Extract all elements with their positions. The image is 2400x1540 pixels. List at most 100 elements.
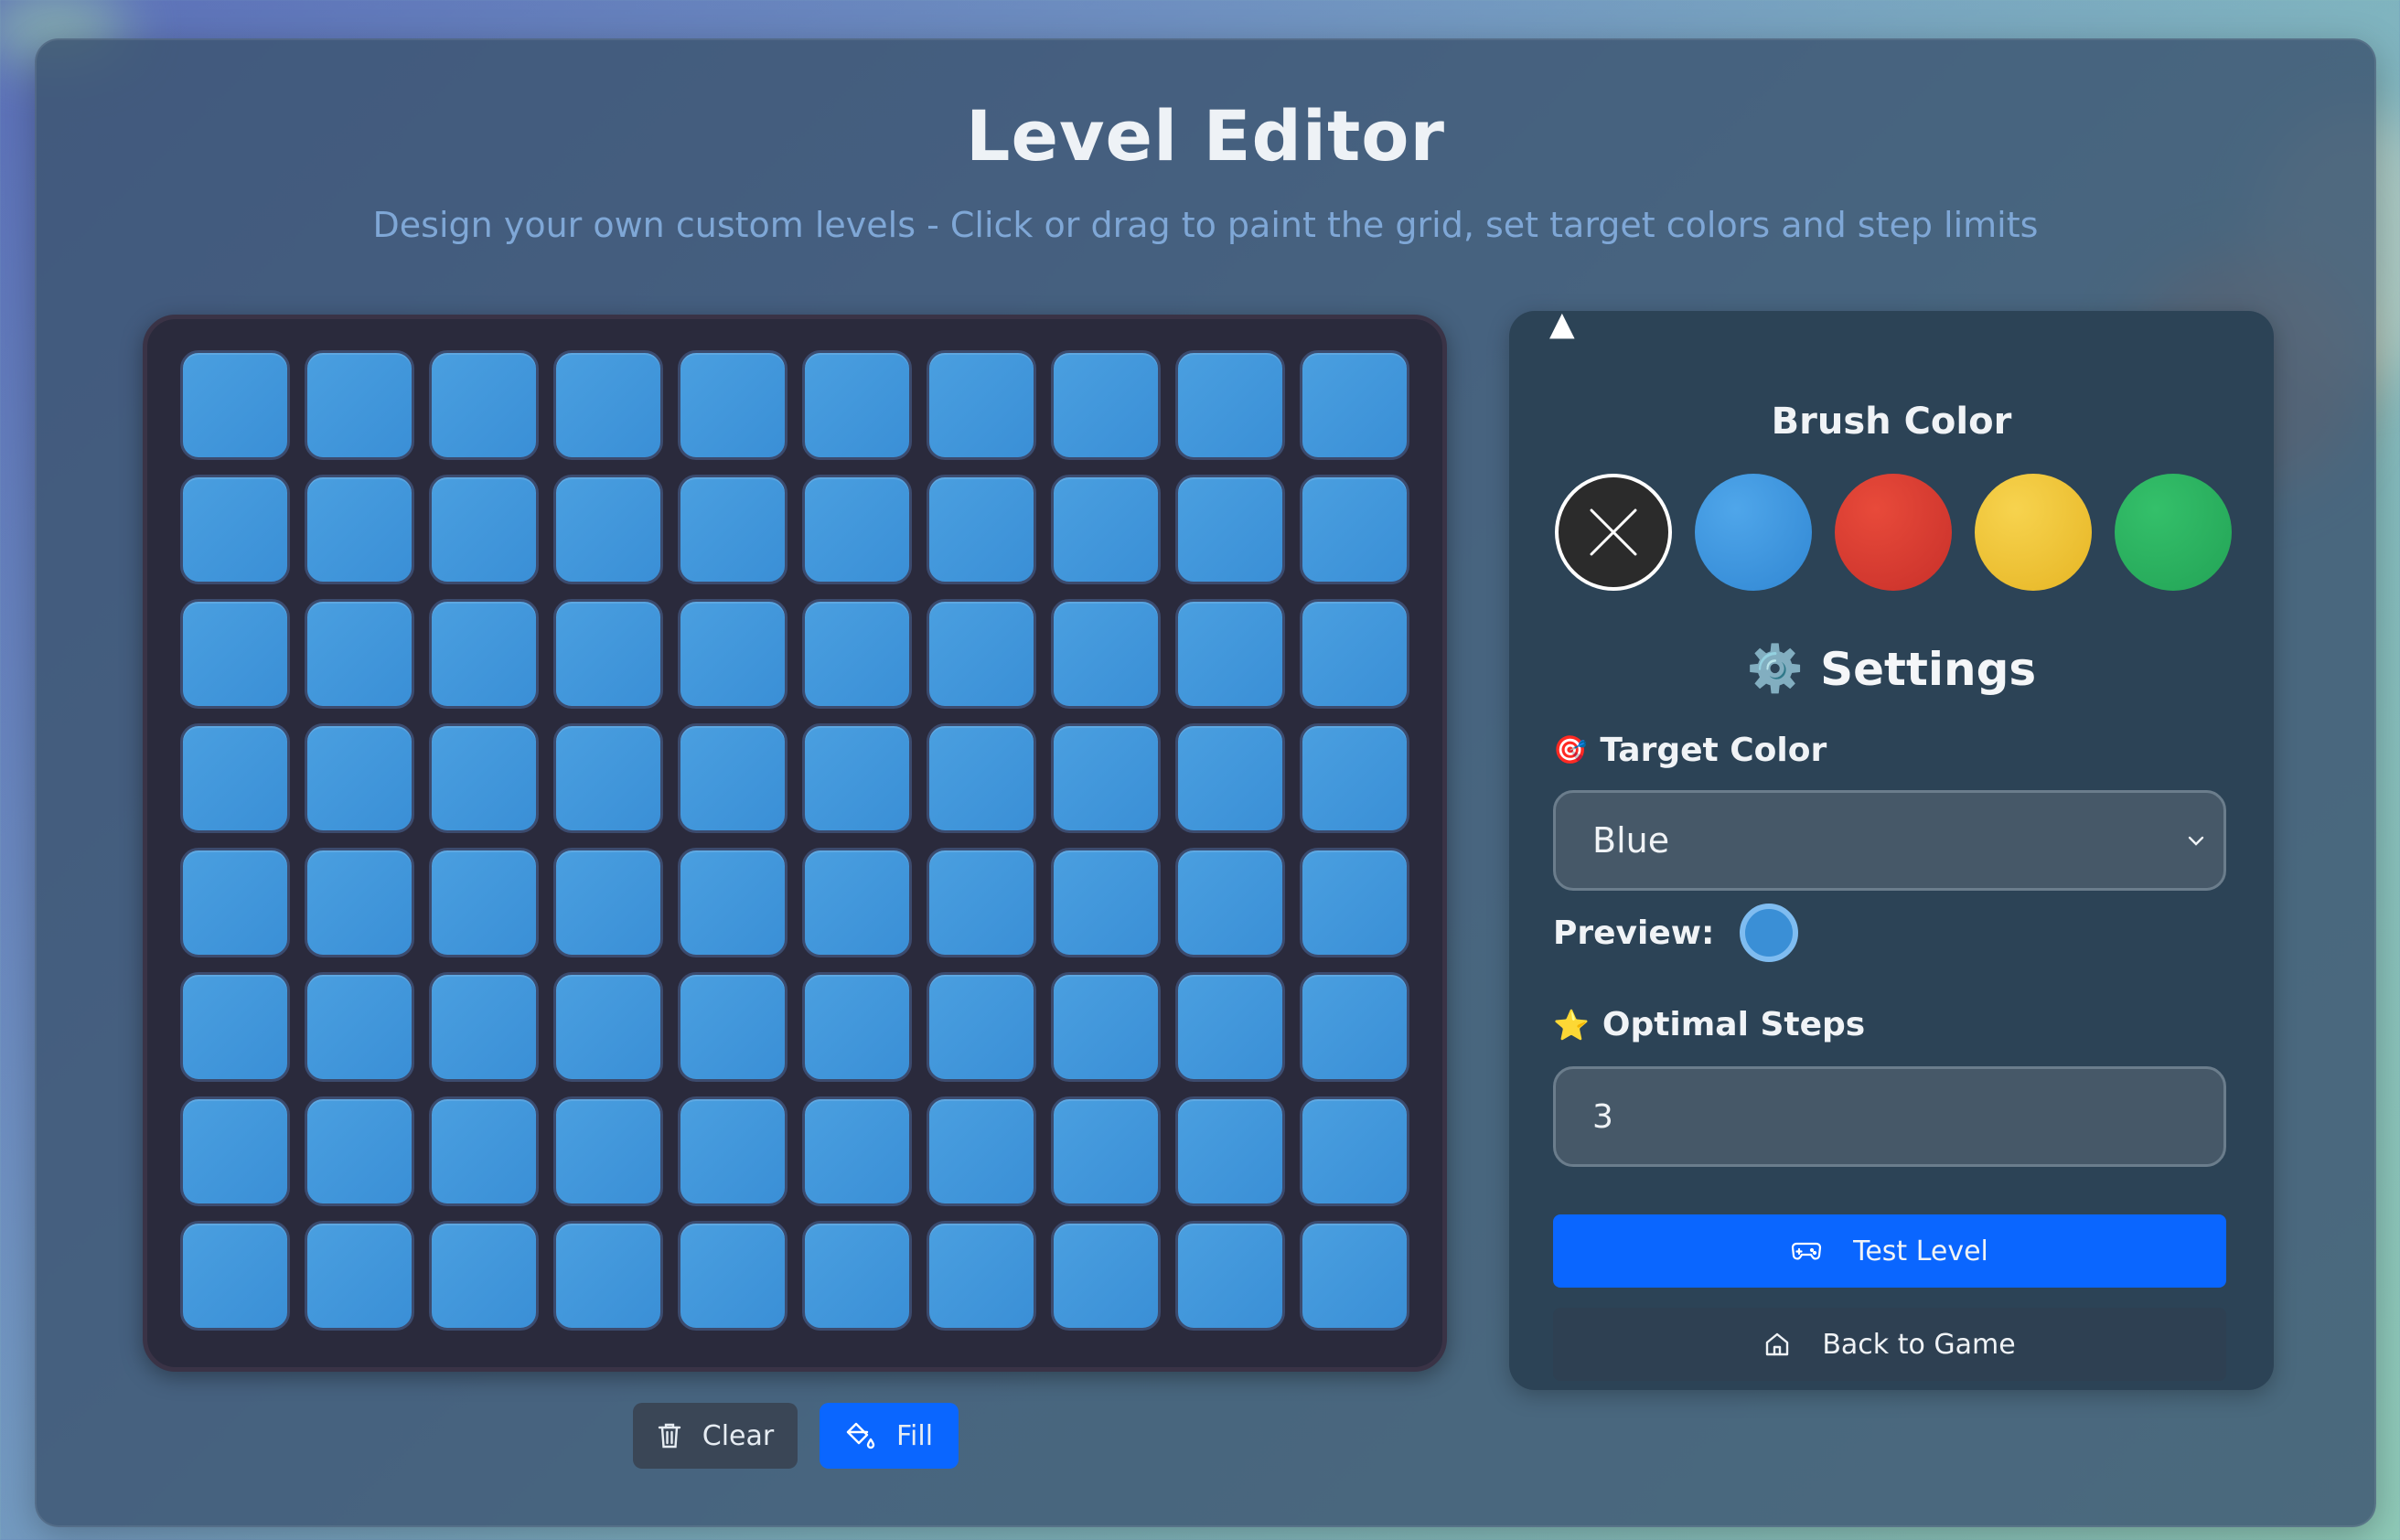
grid-cell[interactable] [1175,1096,1285,1206]
grid-cell[interactable] [429,599,539,709]
optimal-steps-input[interactable] [1553,1066,2226,1167]
grid-cell[interactable] [305,1221,414,1331]
optimal-steps-label-text: Optimal Steps [1602,1006,1866,1043]
grid-cell[interactable] [305,475,414,584]
grid-cell[interactable] [553,972,663,1082]
grid-cell[interactable] [553,475,663,584]
grid-cell[interactable] [180,350,290,460]
grid-cell[interactable] [927,848,1036,957]
brush-swatch-red[interactable] [1835,474,1952,591]
grid-cell[interactable] [305,972,414,1082]
grid-cell[interactable] [802,972,912,1082]
grid-cell[interactable] [553,1096,663,1206]
brush-swatch-none[interactable] [1555,474,1672,591]
brush-swatch-green[interactable] [2115,474,2232,591]
back-to-game-button[interactable]: Back to Game [1553,1308,2226,1381]
grid-cell[interactable] [927,723,1036,833]
grid-cell[interactable] [1300,723,1409,833]
grid-cell[interactable] [678,1096,788,1206]
grid-cell[interactable] [1051,972,1161,1082]
grid-cell[interactable] [802,1096,912,1206]
test-level-button[interactable]: Test Level [1553,1214,2226,1288]
grid-cell[interactable] [1051,723,1161,833]
grid-cell[interactable] [678,1221,788,1331]
grid-cell[interactable] [553,350,663,460]
target-color-label-text: Target Color [1600,732,1827,769]
settings-title: Settings [1820,642,2037,696]
grid-cell[interactable] [927,972,1036,1082]
grid-cell[interactable] [553,1221,663,1331]
grid-cell[interactable] [927,599,1036,709]
grid-cell[interactable] [802,1221,912,1331]
grid-cell[interactable] [1051,599,1161,709]
grid-cell[interactable] [180,848,290,957]
grid-cell[interactable] [1175,723,1285,833]
grid-cell[interactable] [429,1096,539,1206]
grid-cell[interactable] [1300,1221,1409,1331]
grid-cell[interactable] [678,848,788,957]
grid-cell[interactable] [678,723,788,833]
grid-cell[interactable] [180,1096,290,1206]
close-icon [1584,503,1643,561]
grid-cell[interactable] [678,475,788,584]
grid-cell[interactable] [180,723,290,833]
grid-cell[interactable] [1300,599,1409,709]
grid-cell[interactable] [429,1221,539,1331]
grid-cell[interactable] [180,1221,290,1331]
grid-cell[interactable] [1051,475,1161,584]
target-color-select[interactable]: Blue [1553,790,2226,891]
grid-cell[interactable] [927,350,1036,460]
grid-cell[interactable] [1300,475,1409,584]
grid-cell[interactable] [927,475,1036,584]
grid-cell[interactable] [802,848,912,957]
star-icon: ⭐ [1553,1007,1590,1043]
grid-cell[interactable] [1175,599,1285,709]
grid-cell[interactable] [678,599,788,709]
target-color-value: Blue [1592,820,1670,861]
grid-cell[interactable] [180,599,290,709]
grid-cell[interactable] [1175,848,1285,957]
fill-button[interactable]: Fill [820,1403,959,1469]
grid-cell[interactable] [1175,1221,1285,1331]
back-to-game-label: Back to Game [1822,1328,2016,1361]
grid-cell[interactable] [429,972,539,1082]
grid-cell[interactable] [305,350,414,460]
grid-cell[interactable] [802,723,912,833]
grid-cell[interactable] [305,723,414,833]
grid-cell[interactable] [1175,475,1285,584]
grid-cell[interactable] [1175,972,1285,1082]
grid-cell[interactable] [553,848,663,957]
grid-cell[interactable] [429,350,539,460]
grid-cell[interactable] [1051,848,1161,957]
grid-cell[interactable] [429,723,539,833]
grid-cell[interactable] [553,599,663,709]
clear-button[interactable]: Clear [633,1403,798,1469]
grid-cell[interactable] [1051,350,1161,460]
grid-cell[interactable] [429,475,539,584]
trash-icon [657,1421,682,1450]
level-grid[interactable] [143,315,1447,1372]
grid-cell[interactable] [305,848,414,957]
grid-cell[interactable] [429,848,539,957]
grid-cell[interactable] [1300,350,1409,460]
grid-cell[interactable] [678,972,788,1082]
grid-cell[interactable] [553,723,663,833]
grid-cell[interactable] [305,1096,414,1206]
grid-cell[interactable] [802,350,912,460]
grid-cell[interactable] [1300,848,1409,957]
grid-cell[interactable] [1175,350,1285,460]
brush-swatch-blue[interactable] [1695,474,1812,591]
grid-cell[interactable] [802,599,912,709]
grid-cell[interactable] [180,475,290,584]
grid-cell[interactable] [305,599,414,709]
grid-cell[interactable] [1300,972,1409,1082]
brush-swatch-yellow[interactable] [1975,474,2092,591]
grid-cell[interactable] [927,1096,1036,1206]
grid-cell[interactable] [180,972,290,1082]
grid-cell[interactable] [1051,1096,1161,1206]
grid-cell[interactable] [927,1221,1036,1331]
grid-cell[interactable] [1051,1221,1161,1331]
grid-cell[interactable] [802,475,912,584]
grid-cell[interactable] [1300,1096,1409,1206]
grid-cell[interactable] [678,350,788,460]
